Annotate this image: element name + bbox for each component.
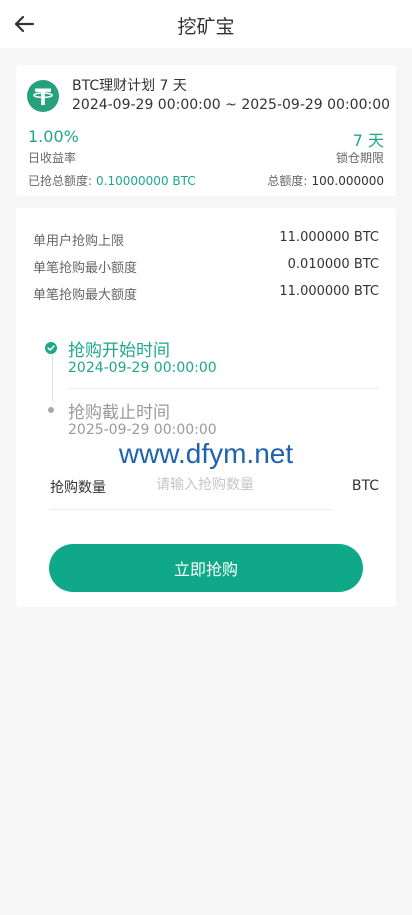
amount-underline <box>50 509 332 510</box>
page-title: 挖矿宝 <box>177 16 235 38</box>
end-time-date: 2025-09-29 00:00:00 <box>68 422 217 438</box>
start-time-title: 抢购开始时间 <box>68 341 170 361</box>
start-time-date: 2024-09-29 00:00:00 <box>68 360 217 376</box>
grabbed-value: 0.10000000 BTC <box>96 174 196 188</box>
limit-value: 0.010000 BTC <box>287 257 379 272</box>
daily-rate-label: 日收益率 <box>28 151 77 165</box>
total-amount: 总额度: 100.000000 <box>267 172 384 189</box>
timeline-check-icon <box>45 342 57 354</box>
limit-value: 11.000000 BTC <box>279 284 379 299</box>
grabbed-label: 已抢总额度: <box>28 174 93 188</box>
limit-label: 单用户抢购上限 <box>33 234 125 249</box>
limit-row: 单笔抢购最小额度 0.010000 BTC <box>33 257 379 276</box>
timeline-line <box>52 348 53 402</box>
amount-unit: BTC <box>351 478 379 494</box>
timeline-dot-icon <box>48 407 54 413</box>
top-bar: 挖矿宝 <box>0 0 412 48</box>
timeline-divider <box>68 388 379 389</box>
limit-label: 单笔抢购最大额度 <box>33 288 138 303</box>
limit-row: 单用户抢购上限 11.000000 BTC <box>33 230 379 249</box>
grabbed-amount: 已抢总额度: 0.10000000 BTC <box>28 172 196 189</box>
plan-card: BTC理财计划 7 天 2024-09-29 00:00:00 ~ 2025-0… <box>16 65 396 196</box>
limit-row: 单笔抢购最大额度 11.000000 BTC <box>33 284 379 303</box>
purchase-card: 单用户抢购上限 11.000000 BTC 单笔抢购最小额度 0.010000 … <box>16 208 396 607</box>
tether-coin-icon <box>27 80 59 112</box>
buy-now-button[interactable]: 立即抢购 <box>49 544 363 592</box>
lock-period-value: 7 天 <box>352 131 384 150</box>
daily-rate-value: 1.00% <box>28 127 79 146</box>
lock-period-label: 锁仓期限 <box>335 151 384 165</box>
limit-value: 11.000000 BTC <box>279 230 379 245</box>
total-label: 总额度: <box>267 174 308 188</box>
plan-name: BTC理财计划 7 天 <box>72 78 187 94</box>
amount-label: 抢购数量 <box>50 480 106 496</box>
end-time-title: 抢购截止时间 <box>68 403 170 423</box>
watermark-text: www.dfym.net <box>118 438 294 469</box>
amount-input[interactable] <box>156 473 336 497</box>
total-value: 100.000000 <box>311 174 384 188</box>
plan-date-range: 2024-09-29 00:00:00 ~ 2025-09-29 00:00:0… <box>72 97 391 113</box>
limit-label: 单笔抢购最小额度 <box>33 261 138 276</box>
